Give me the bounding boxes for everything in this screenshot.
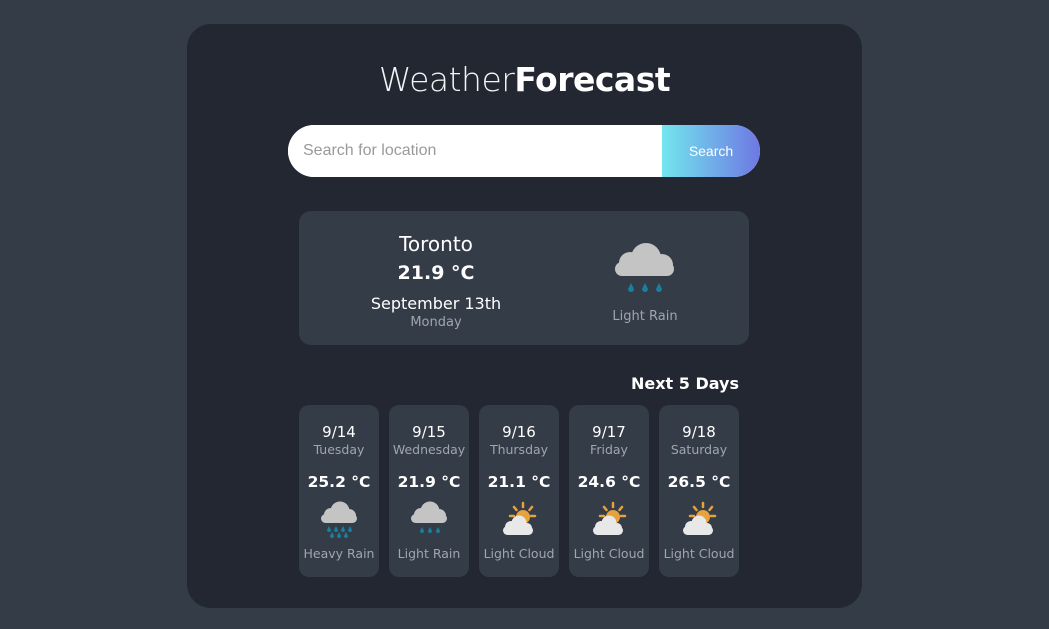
current-weekday: Monday [410,315,462,330]
light-rain-icon [615,243,674,292]
forecast-temperature: 26.5 °C [667,473,731,491]
forecast-weekday: Thursday [489,442,549,457]
forecast-day-card: 9/16 Thursday 21.1 °C Light Cloud [479,405,559,577]
forecast-temperature: 21.1 °C [487,473,551,491]
light-cloud-icon [593,501,627,535]
city-name: Toronto [399,232,473,256]
forecast-date: 9/15 [412,423,446,441]
weather-panel: WeatherForecast Search Toronto 21.9 °C S… [187,24,862,608]
forecast-date: 9/14 [322,423,356,441]
forecast-temperature: 21.9 °C [397,473,461,491]
current-condition-label: Light Rain [612,309,678,324]
forecast-date: 9/18 [682,423,716,441]
app-title: WeatherForecast [187,60,862,100]
forecast-day-card: 9/14 Tuesday 25.2 °C Heavy Rain [299,405,379,577]
search-input[interactable] [288,125,662,177]
forecast-condition: Light Cloud [573,546,645,561]
light-cloud-icon [503,501,537,535]
search-bar: Search [288,125,760,177]
app-title-light: Weather [378,60,515,99]
current-temperature: 21.9 °C [397,262,475,284]
forecast-day-card: 9/17 Friday 24.6 °C Light Cloud [569,405,649,577]
current-weather-card: Toronto 21.9 °C September 13th Monday Li… [299,211,749,345]
forecast-heading: Next 5 Days [630,374,739,393]
forecast-day-card: 9/15 Wednesday 21.9 °C Light Rain [389,405,469,577]
current-condition: Light Rain [599,211,691,345]
forecast-condition: Light Rain [397,546,461,561]
heavy-rain-icon [321,501,357,538]
light-rain-icon [411,501,447,533]
forecast-weekday: Tuesday [313,442,365,457]
forecast-date: 9/17 [592,423,626,441]
forecast-weekday: Saturday [670,442,728,457]
forecast-temperature: 24.6 °C [577,473,641,491]
forecast-weekday: Wednesday [392,442,466,457]
light-cloud-icon [683,501,717,535]
forecast-temperature: 25.2 °C [307,473,371,491]
forecast-condition: Light Cloud [663,546,735,561]
search-button[interactable]: Search [662,125,760,177]
app-title-bold: Forecast [514,60,671,99]
current-date: September 13th [370,294,502,313]
forecast-date: 9/16 [502,423,536,441]
forecast-weekday: Friday [590,442,628,457]
forecast-condition: Light Cloud [483,546,555,561]
forecast-condition: Heavy Rain [303,546,375,561]
forecast-day-card: 9/18 Saturday 26.5 °C Light Cloud [659,405,739,577]
